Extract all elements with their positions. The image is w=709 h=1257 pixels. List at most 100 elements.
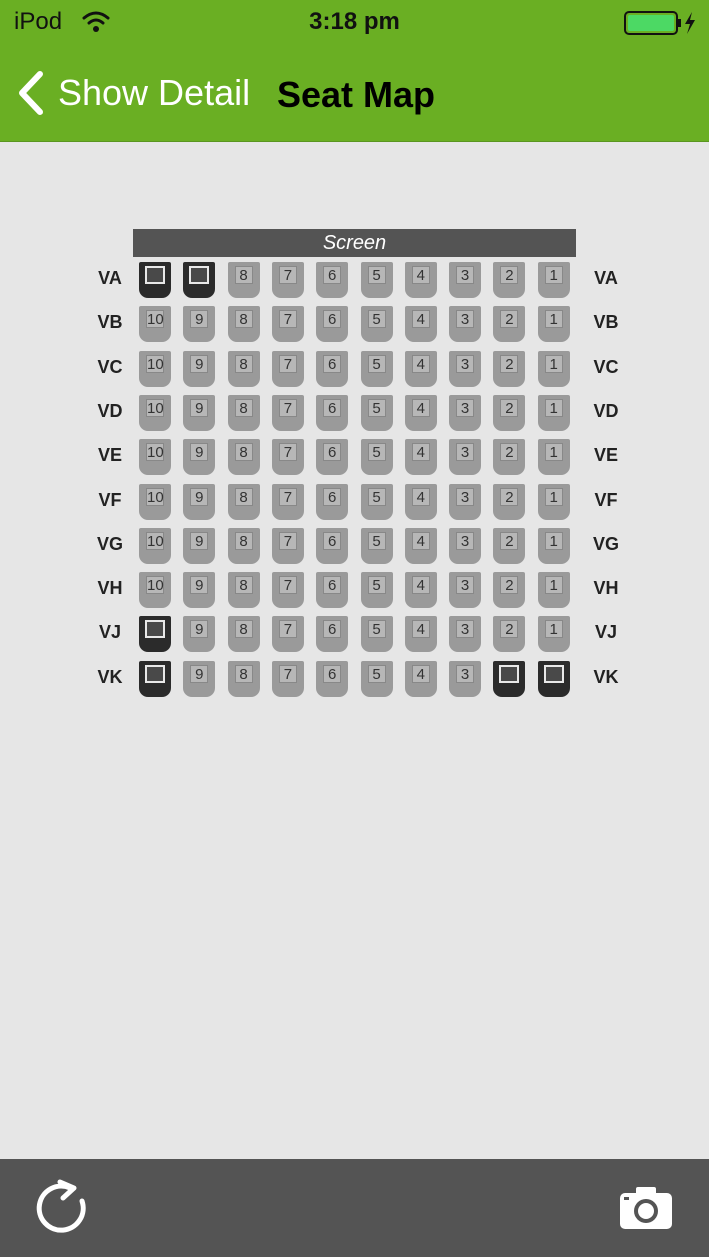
seat-available[interactable]: 4 (402, 660, 440, 697)
seat-available[interactable]: 4 (402, 262, 440, 298)
seat-available[interactable]: 5 (358, 394, 396, 431)
seat-available[interactable]: 4 (402, 616, 440, 653)
seat-available[interactable]: 7 (269, 394, 307, 431)
seat-available[interactable]: 5 (358, 350, 396, 387)
seat-available[interactable]: 4 (402, 527, 440, 564)
seat-available[interactable]: 1 (535, 439, 573, 476)
seat-available[interactable]: 8 (225, 262, 263, 298)
seat-available[interactable]: 4 (402, 394, 440, 431)
seat-available[interactable]: 8 (225, 439, 263, 476)
seat-available[interactable]: 2 (490, 306, 528, 343)
seat-available[interactable]: 2 (490, 262, 528, 298)
back-button[interactable]: Show Detail (14, 68, 250, 118)
seat-available[interactable]: 1 (535, 527, 573, 564)
seat-available[interactable]: 10 (136, 572, 174, 609)
seat-available[interactable]: 6 (313, 262, 351, 298)
seat-available[interactable]: 5 (358, 306, 396, 343)
seat-taken[interactable] (535, 660, 573, 697)
seat-available[interactable]: 1 (535, 483, 573, 520)
seat-available[interactable]: 8 (225, 572, 263, 609)
seat-available[interactable]: 1 (535, 306, 573, 343)
seat-available[interactable]: 4 (402, 439, 440, 476)
seat-available[interactable]: 7 (269, 527, 307, 564)
seat-available[interactable]: 6 (313, 572, 351, 609)
seat-available[interactable]: 8 (225, 306, 263, 343)
seat-available[interactable]: 5 (358, 616, 396, 653)
seat-available[interactable]: 8 (225, 350, 263, 387)
seat-available[interactable]: 7 (269, 660, 307, 697)
seat-available[interactable]: 3 (446, 262, 484, 298)
camera-icon[interactable] (618, 1185, 674, 1231)
seat-available[interactable]: 8 (225, 394, 263, 431)
seat-available[interactable]: 8 (225, 616, 263, 653)
seat-taken[interactable] (136, 660, 174, 697)
seat-available[interactable]: 7 (269, 350, 307, 387)
seat-available[interactable]: 7 (269, 306, 307, 343)
seat-available[interactable]: 2 (490, 572, 528, 609)
seat-available[interactable]: 3 (446, 572, 484, 609)
seat-available[interactable]: 10 (136, 483, 174, 520)
seat-available[interactable]: 5 (358, 262, 396, 298)
seat-available[interactable]: 7 (269, 616, 307, 653)
seat-available[interactable]: 9 (180, 527, 218, 564)
seat-available[interactable]: 3 (446, 616, 484, 653)
seat-available[interactable]: 10 (136, 394, 174, 431)
seat-available[interactable]: 9 (180, 439, 218, 476)
seat-available[interactable]: 10 (136, 527, 174, 564)
seat-available[interactable]: 2 (490, 483, 528, 520)
seat-available[interactable]: 2 (490, 350, 528, 387)
seat-available[interactable]: 4 (402, 483, 440, 520)
seat-available[interactable]: 9 (180, 616, 218, 653)
seat-available[interactable]: 7 (269, 262, 307, 298)
seat-taken[interactable] (490, 660, 528, 697)
seat-available[interactable]: 3 (446, 350, 484, 387)
seat-available[interactable]: 2 (490, 439, 528, 476)
seat-available[interactable]: 9 (180, 306, 218, 343)
seat-available[interactable]: 2 (490, 616, 528, 653)
seat-available[interactable]: 3 (446, 483, 484, 520)
seat-available[interactable]: 5 (358, 439, 396, 476)
seat-available[interactable]: 4 (402, 306, 440, 343)
seat-available[interactable]: 3 (446, 306, 484, 343)
seat-available[interactable]: 8 (225, 527, 263, 564)
seat-available[interactable]: 6 (313, 439, 351, 476)
seat-available[interactable]: 4 (402, 350, 440, 387)
seat-taken[interactable] (180, 262, 218, 298)
refresh-icon[interactable] (34, 1179, 92, 1237)
seat-available[interactable]: 6 (313, 527, 351, 564)
seat-available[interactable]: 7 (269, 439, 307, 476)
seat-available[interactable]: 3 (446, 439, 484, 476)
seat-available[interactable]: 10 (136, 306, 174, 343)
seat-available[interactable]: 1 (535, 616, 573, 653)
seat-available[interactable]: 3 (446, 394, 484, 431)
seat-available[interactable]: 3 (446, 660, 484, 697)
seat-available[interactable]: 6 (313, 350, 351, 387)
seat-available[interactable]: 7 (269, 483, 307, 520)
seat-available[interactable]: 4 (402, 572, 440, 609)
seat-available[interactable]: 6 (313, 660, 351, 697)
seat-available[interactable]: 1 (535, 262, 573, 298)
seat-available[interactable]: 1 (535, 350, 573, 387)
seat-available[interactable]: 1 (535, 394, 573, 431)
seat-available[interactable]: 7 (269, 572, 307, 609)
seat-available[interactable]: 5 (358, 527, 396, 564)
seat-available[interactable]: 10 (136, 439, 174, 476)
seat-available[interactable]: 9 (180, 350, 218, 387)
seat-available[interactable]: 5 (358, 660, 396, 697)
seat-available[interactable]: 10 (136, 350, 174, 387)
seat-available[interactable]: 2 (490, 394, 528, 431)
seat-available[interactable]: 6 (313, 394, 351, 431)
seat-available[interactable]: 9 (180, 660, 218, 697)
seat-available[interactable]: 9 (180, 572, 218, 609)
seat-available[interactable]: 6 (313, 306, 351, 343)
seat-available[interactable]: 5 (358, 483, 396, 520)
seat-available[interactable]: 3 (446, 527, 484, 564)
seat-available[interactable]: 6 (313, 483, 351, 520)
seat-available[interactable]: 1 (535, 572, 573, 609)
seat-available[interactable]: 8 (225, 483, 263, 520)
seat-available[interactable]: 2 (490, 527, 528, 564)
seat-available[interactable]: 9 (180, 483, 218, 520)
seat-available[interactable]: 8 (225, 660, 263, 697)
seat-taken[interactable] (136, 262, 174, 298)
seat-available[interactable]: 5 (358, 572, 396, 609)
